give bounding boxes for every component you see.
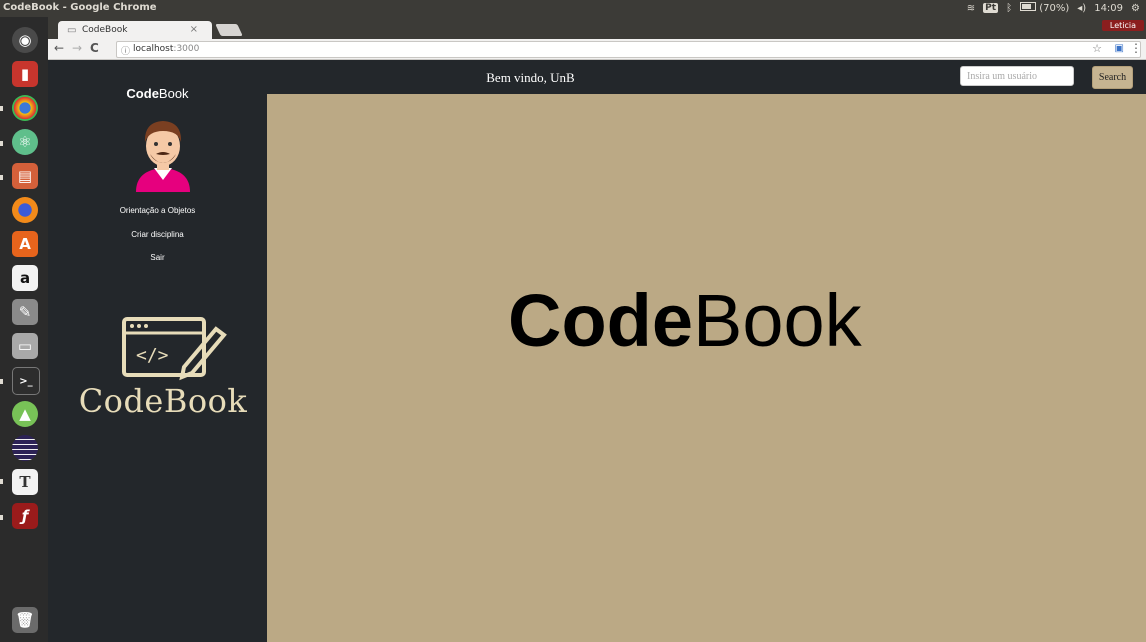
new-tab-button[interactable]	[215, 24, 243, 36]
sidebar-link-sair[interactable]: Sair	[48, 253, 267, 262]
running-indicator	[0, 106, 3, 111]
running-indicator	[0, 515, 3, 520]
wifi-icon[interactable]: ≋	[967, 3, 975, 14]
chrome-menu-icon[interactable]: ⋮	[1130, 41, 1142, 55]
clock[interactable]: 14:09	[1094, 3, 1123, 14]
sidebar: CodeBook Orientação a Objetos Criar disc…	[48, 60, 267, 642]
flash-icon[interactable]: ƒ	[12, 503, 38, 529]
text-editor-icon[interactable]: T	[12, 469, 38, 495]
brand-rest: Book	[158, 86, 189, 101]
chrome-icon[interactable]	[12, 95, 38, 121]
browser-toolbar: ← → C ⓘ localhost:3000 ☆ ▣ ⋮	[48, 39, 1146, 60]
codebook-logo-icon: </>	[122, 317, 227, 381]
forward-arrow-icon[interactable]: →	[72, 41, 82, 55]
profile-button[interactable]: Leticia	[1101, 20, 1144, 31]
browser-tab-strip: ▭ CodeBook × Leticia	[48, 17, 1146, 39]
running-indicator	[0, 379, 3, 384]
search-button[interactable]: Search	[1092, 66, 1133, 89]
hero-rest: Book	[693, 279, 862, 362]
keyboard-layout-indicator[interactable]: Pt	[983, 3, 999, 13]
user-search-input[interactable]	[960, 66, 1074, 86]
firefox-icon[interactable]	[12, 197, 38, 223]
url-port: :3000	[173, 44, 200, 54]
bookmark-star-icon[interactable]: ☆	[1092, 42, 1102, 55]
info-icon[interactable]: ⓘ	[121, 44, 130, 57]
address-bar[interactable]: ⓘ localhost:3000 ☆ ▣	[116, 41, 1141, 58]
battery-icon	[1020, 2, 1037, 11]
close-tab-icon[interactable]: ×	[190, 24, 198, 35]
logo-code-glyph: </>	[136, 345, 169, 366]
eclipse-icon[interactable]	[12, 435, 38, 461]
web-page: CodeBook Orientação a Objetos Criar disc…	[48, 60, 1146, 642]
android-studio-icon[interactable]: ▲	[12, 401, 38, 427]
user-avatar-icon	[136, 121, 190, 192]
system-settings-icon[interactable]: ✎	[12, 299, 38, 325]
popcorn-time-icon[interactable]: ▮	[12, 61, 38, 87]
terminal-icon[interactable]: >_	[12, 367, 40, 395]
reload-icon[interactable]: C	[90, 41, 99, 55]
atom-icon[interactable]: ⚛	[12, 129, 38, 155]
hero-bold: Code	[508, 279, 693, 362]
os-top-bar: CodeBook - Google Chrome ≋ Pt ᛒ (70%) ◂)…	[0, 0, 1146, 17]
ubuntu-launcher: ◉ ▮ ⚛ ▤ A a ✎ ▭ >_ ▲ T ƒ 🗑	[0, 17, 48, 642]
browser-tab[interactable]: ▭ CodeBook ×	[58, 21, 212, 39]
logo-text: CodeBook	[78, 382, 248, 420]
drive-icon[interactable]: ▭	[12, 333, 38, 359]
running-indicator	[0, 175, 3, 180]
system-tray: ≋ Pt ᛒ (70%) ◂) 14:09 ⚙	[967, 2, 1140, 14]
window-title: CodeBook - Google Chrome	[3, 2, 157, 13]
welcome-message: Bem vindo, UnB	[486, 70, 575, 85]
url-host: localhost	[133, 44, 174, 54]
brand-bold: Code	[126, 86, 159, 101]
sidebar-brand: CodeBook	[48, 86, 267, 101]
back-arrow-icon[interactable]: ←	[54, 41, 64, 55]
running-indicator	[0, 141, 3, 146]
battery-percent: (70%)	[1039, 3, 1070, 14]
trash-icon[interactable]: 🗑	[12, 607, 38, 633]
file-manager-icon[interactable]: ▤	[12, 163, 38, 189]
sidebar-link-criar-disciplina[interactable]: Criar disciplina	[48, 230, 267, 239]
hero-title: CodeBook	[508, 278, 862, 363]
amazon-icon[interactable]: a	[12, 265, 38, 291]
ubuntu-dash-icon[interactable]: ◉	[12, 27, 38, 53]
battery-indicator[interactable]: (70%)	[1020, 2, 1069, 14]
running-indicator	[0, 479, 3, 484]
tab-title: CodeBook	[82, 25, 128, 35]
sidebar-link-orientacao-objetos[interactable]: Orientação a Objetos	[48, 206, 267, 215]
translate-extension-icon[interactable]: ▣	[1115, 43, 1124, 54]
page-favicon-icon: ▭	[67, 25, 77, 36]
bluetooth-icon[interactable]: ᛒ	[1006, 3, 1012, 14]
url-text: localhost:3000	[133, 44, 199, 54]
volume-icon[interactable]: ◂)	[1077, 3, 1086, 14]
software-center-icon[interactable]: A	[12, 231, 38, 257]
power-icon[interactable]: ⚙	[1131, 3, 1140, 14]
